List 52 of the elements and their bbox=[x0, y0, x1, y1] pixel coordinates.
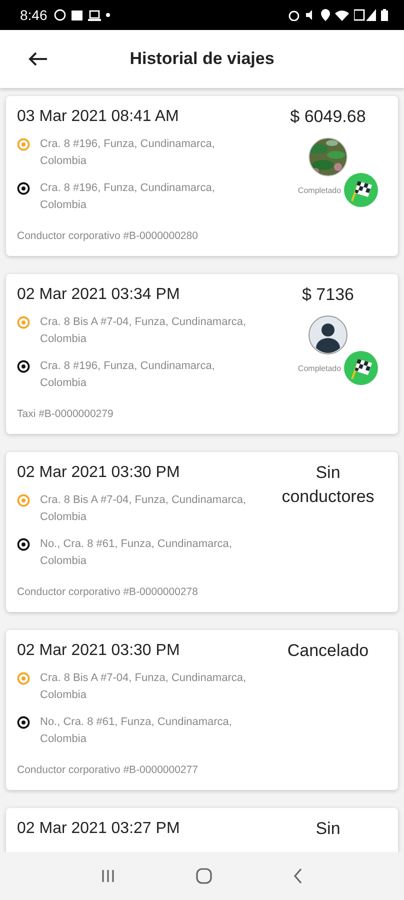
home-icon[interactable] bbox=[196, 868, 212, 884]
service-label: Taxi #B-0000000279 bbox=[17, 408, 114, 420]
avatar-icon bbox=[308, 315, 348, 355]
origin-icon bbox=[17, 138, 30, 151]
screen-title: Historial de viajes bbox=[130, 49, 274, 69]
destination-address: No., Cra. 8 #61, Funza, Cundinamarca, Colombia bbox=[40, 715, 233, 747]
location-icon bbox=[321, 9, 330, 21]
recent-apps-icon[interactable] bbox=[100, 869, 115, 883]
laptop-icon bbox=[88, 10, 102, 20]
signal-icon bbox=[354, 9, 376, 21]
destination-icon bbox=[17, 716, 30, 729]
trip-date: 02 Mar 2021 03:34 PM bbox=[17, 286, 181, 304]
trip-date: 02 Mar 2021 03:27 PM bbox=[17, 820, 181, 838]
back-arrow-icon[interactable] bbox=[28, 52, 48, 66]
wifi-icon bbox=[335, 10, 349, 20]
trip-card[interactable]: 03 Mar 2021 08:41 AM Cra. 8 #196, Funza, Cundinamarca, Colombia Cra. 8 #196, Funza, Cundinamarca, Colombia $ 6049.68 Completado Conductor corporativo #B-0000000280 bbox=[6, 96, 398, 256]
origin-address: Cra. 8 Bis A #7-04, Funza, Cundinamarca, Colombia bbox=[40, 493, 248, 525]
trip-date: 02 Mar 2021 03:30 PM bbox=[17, 464, 181, 482]
origin-address: Cra. 8 Bis A #7-04, Funza, Cundinamarca, Colombia bbox=[40, 315, 248, 347]
trip-card[interactable]: 02 Mar 2021 03:30 PM Cra. 8 Bis A #7-04, Funza, Cundinamarca, Colombia No., Cra. 8 #61, Funza, Cundinamarca, Colombia Cancelado Conductor corporativo #B-0000000277 bbox=[6, 630, 398, 790]
back-icon[interactable] bbox=[293, 868, 304, 884]
trip-summary: $ 6049.68 bbox=[290, 106, 366, 128]
checkered-flag-icon bbox=[344, 351, 378, 385]
origin-icon bbox=[17, 494, 30, 507]
battery-icon bbox=[381, 9, 388, 21]
trip-date: 03 Mar 2021 08:41 AM bbox=[17, 108, 180, 126]
service-label: Conductor corporativo #B-0000000278 bbox=[17, 586, 199, 598]
trip-card[interactable]: 02 Mar 2021 03:27 PM Sin bbox=[6, 808, 398, 852]
trip-summary: $ 7136 bbox=[302, 284, 354, 306]
status-time: 8:46 bbox=[20, 7, 48, 23]
trip-card[interactable]: 02 Mar 2021 03:34 PM Cra. 8 Bis A #7-04, Funza, Cundinamarca, Colombia Cra. 8 #196, Funza, Cundinamarca, Colombia $ 7136 Completado Taxi #B-0000000279 bbox=[6, 274, 398, 434]
dot-icon bbox=[106, 13, 110, 17]
destination-icon bbox=[17, 182, 30, 195]
destination-icon bbox=[17, 360, 30, 373]
service-label: Conductor corporativo #B-0000000280 bbox=[17, 230, 199, 242]
trip-card[interactable]: 02 Mar 2021 03:30 PM Cra. 8 Bis A #7-04, Funza, Cundinamarca, Colombia No., Cra. 8 #61, Funza, Cundinamarca, Colombia Sin conductores Conductor corporativo #B-0000000278 bbox=[6, 452, 398, 612]
trip-status: Completado bbox=[298, 186, 342, 194]
destination-address: Cra. 8 #196, Funza, Cundinamarca, Colombia bbox=[40, 181, 216, 213]
trip-date: 02 Mar 2021 03:30 PM bbox=[17, 642, 181, 660]
trip-status: Completado bbox=[298, 364, 342, 372]
destination-icon bbox=[17, 538, 30, 551]
origin-address: Cra. 8 #196, Funza, Cundinamarca, Colombia bbox=[40, 137, 216, 169]
origin-icon bbox=[17, 316, 30, 329]
trip-summary: Cancelado bbox=[287, 640, 369, 662]
trip-summary: Sin conductores bbox=[280, 462, 376, 508]
destination-address: No., Cra. 8 #61, Funza, Cundinamarca, Colombia bbox=[40, 537, 233, 569]
checkered-flag-icon bbox=[344, 173, 378, 207]
origin-address: Cra. 8 Bis A #7-04, Funza, Cundinamarca, Colombia bbox=[40, 671, 248, 703]
origin-icon bbox=[17, 672, 30, 685]
destination-address: Cra. 8 #196, Funza, Cundinamarca, Colombia bbox=[40, 359, 216, 391]
trip-summary: Sin bbox=[316, 818, 340, 840]
service-label: Conductor corporativo #B-0000000277 bbox=[17, 764, 199, 776]
